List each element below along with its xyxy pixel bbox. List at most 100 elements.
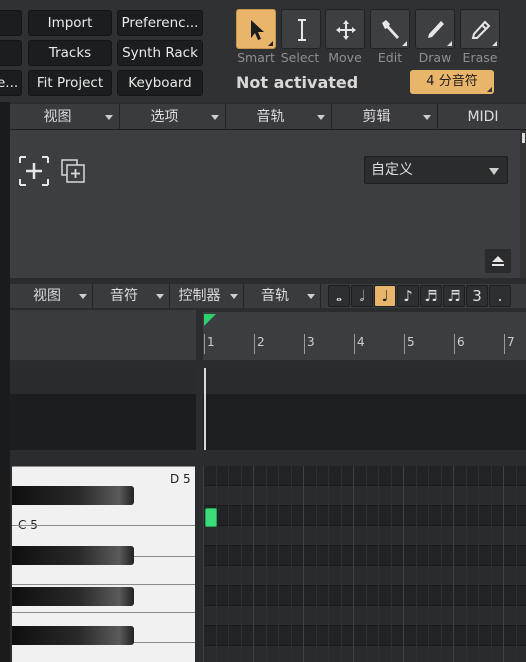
main-toolbar: e... Import Tracks Fit Project Preferenc… <box>0 0 526 102</box>
lane-header <box>10 368 196 450</box>
half-note-button[interactable]: 𝅗𝅥 <box>351 285 373 307</box>
erase-tool-button[interactable] <box>460 9 500 49</box>
grid-column <box>478 466 479 662</box>
bar-number: 4 <box>357 335 365 349</box>
grid-column <box>466 466 467 662</box>
dotted-note-button[interactable]: . <box>489 285 511 307</box>
synth-rack-button[interactable]: Synth Rack <box>117 40 203 66</box>
playhead-marker[interactable] <box>204 314 216 326</box>
menu-track[interactable]: 音轨 <box>228 104 332 130</box>
grid-column <box>228 466 229 662</box>
grid-column <box>316 466 317 662</box>
tracks-button[interactable]: Tracks <box>28 40 112 66</box>
midi-note[interactable] <box>205 508 217 527</box>
quantize-select[interactable]: 4 分音符 <box>410 70 494 94</box>
bar-number: 6 <box>457 335 465 349</box>
menu-options-label: 选项 <box>150 109 179 125</box>
cut-off-button-2[interactable] <box>0 40 22 66</box>
smart-tool-button[interactable] <box>236 9 276 49</box>
c5-key-line <box>48 525 195 526</box>
grid-column <box>328 466 329 662</box>
menu-options[interactable]: 选项 <box>122 104 226 130</box>
chevron-down-icon <box>79 294 87 299</box>
import-button[interactable]: Import <box>28 10 112 36</box>
menu-midi[interactable]: MIDI <box>440 104 526 130</box>
bar-number: 1 <box>207 335 215 349</box>
triplet-button[interactable]: 3 <box>466 285 488 307</box>
note-grid[interactable] <box>203 466 526 662</box>
editor-menu-track[interactable]: 音轨 <box>246 284 321 308</box>
grid-column <box>391 466 392 662</box>
duplicate-track-button[interactable] <box>60 158 86 184</box>
draw-tool-button[interactable] <box>415 9 455 49</box>
add-plus-icon <box>19 156 49 186</box>
editor-menu-controllers-label: 控制器 <box>178 288 221 304</box>
black-key[interactable] <box>12 486 134 505</box>
add-track-button[interactable] <box>18 155 50 187</box>
menu-track-label: 音轨 <box>256 109 285 125</box>
bar-tick <box>454 334 455 354</box>
edit-tool-button[interactable] <box>370 9 410 49</box>
chevron-down-icon <box>211 115 219 120</box>
keyboard-button[interactable]: Keyboard <box>117 70 203 96</box>
menu-clip[interactable]: 剪辑 <box>334 104 438 130</box>
grid-column <box>291 466 292 662</box>
fit-project-button[interactable]: Fit Project <box>28 70 112 96</box>
grid-column <box>253 466 254 662</box>
cut-off-button-3[interactable]: e... <box>0 70 22 96</box>
duplicate-icon <box>61 159 85 183</box>
sixteenth-note-button[interactable]: ♬ <box>420 285 442 307</box>
preferences-button[interactable]: Preferenc... <box>117 10 203 36</box>
grid-column <box>403 466 404 662</box>
editor-menu-controllers[interactable]: 控制器 <box>172 284 244 308</box>
chevron-down-icon <box>423 115 431 120</box>
grid-column <box>353 466 354 662</box>
edit-wrench-icon <box>382 20 399 39</box>
whole-note-button[interactable]: 𝅝 <box>328 285 350 307</box>
bar-tick <box>404 334 405 354</box>
tool-menu-corner <box>447 41 452 46</box>
pane-divider[interactable] <box>196 310 203 662</box>
bar-tick <box>304 334 305 354</box>
bar-number: 3 <box>307 335 315 349</box>
select-tool-button[interactable] <box>281 9 321 49</box>
piano-keyboard[interactable]: D 5 C 5 <box>12 466 195 662</box>
chevron-down-icon <box>489 168 499 175</box>
chevron-down-icon <box>307 294 315 299</box>
controller-lane-strip <box>203 368 526 394</box>
eighth-note-button[interactable]: ♪ <box>397 285 419 307</box>
left-window-frame <box>0 102 10 662</box>
tool-menu-corner <box>492 41 497 46</box>
thirtysecond-note-button[interactable]: ♬ <box>443 285 465 307</box>
grid-column <box>453 466 454 662</box>
bar-number: 5 <box>407 335 415 349</box>
editor-menu-notes[interactable]: 音符 <box>95 284 170 308</box>
cut-off-button-1[interactable] <box>0 10 22 36</box>
editor-menu-notes-label: 音符 <box>110 288 138 304</box>
timeline-ruler[interactable]: 1 2 3 4 5 6 7 <box>203 312 526 360</box>
grid-column <box>416 466 417 662</box>
preset-select[interactable]: 自定义 <box>364 156 508 184</box>
editor-menu-view-label: 视图 <box>33 288 61 304</box>
editor-menu-view[interactable]: 视图 <box>18 284 93 308</box>
white-key-separator <box>12 612 195 613</box>
eject-button[interactable] <box>485 249 511 273</box>
menu-view-label: 视图 <box>43 109 72 125</box>
quarter-note-button[interactable]: ♩ <box>374 285 396 307</box>
move-tool-button[interactable] <box>325 9 365 49</box>
grid-column <box>303 466 304 662</box>
black-key[interactable] <box>12 546 134 565</box>
black-key[interactable] <box>12 587 134 606</box>
controller-lane[interactable] <box>203 368 526 450</box>
activation-status: Not activated <box>236 73 359 92</box>
grid-column <box>241 466 242 662</box>
bar-tick <box>254 334 255 354</box>
ibeam-select-icon <box>298 19 306 41</box>
grid-column <box>278 466 279 662</box>
black-key[interactable] <box>12 626 134 645</box>
grid-column <box>366 466 367 662</box>
white-key-separator <box>12 466 195 467</box>
grid-column <box>441 466 442 662</box>
editor-menu-track-label: 音轨 <box>261 288 289 304</box>
menu-view[interactable]: 视图 <box>14 104 120 130</box>
